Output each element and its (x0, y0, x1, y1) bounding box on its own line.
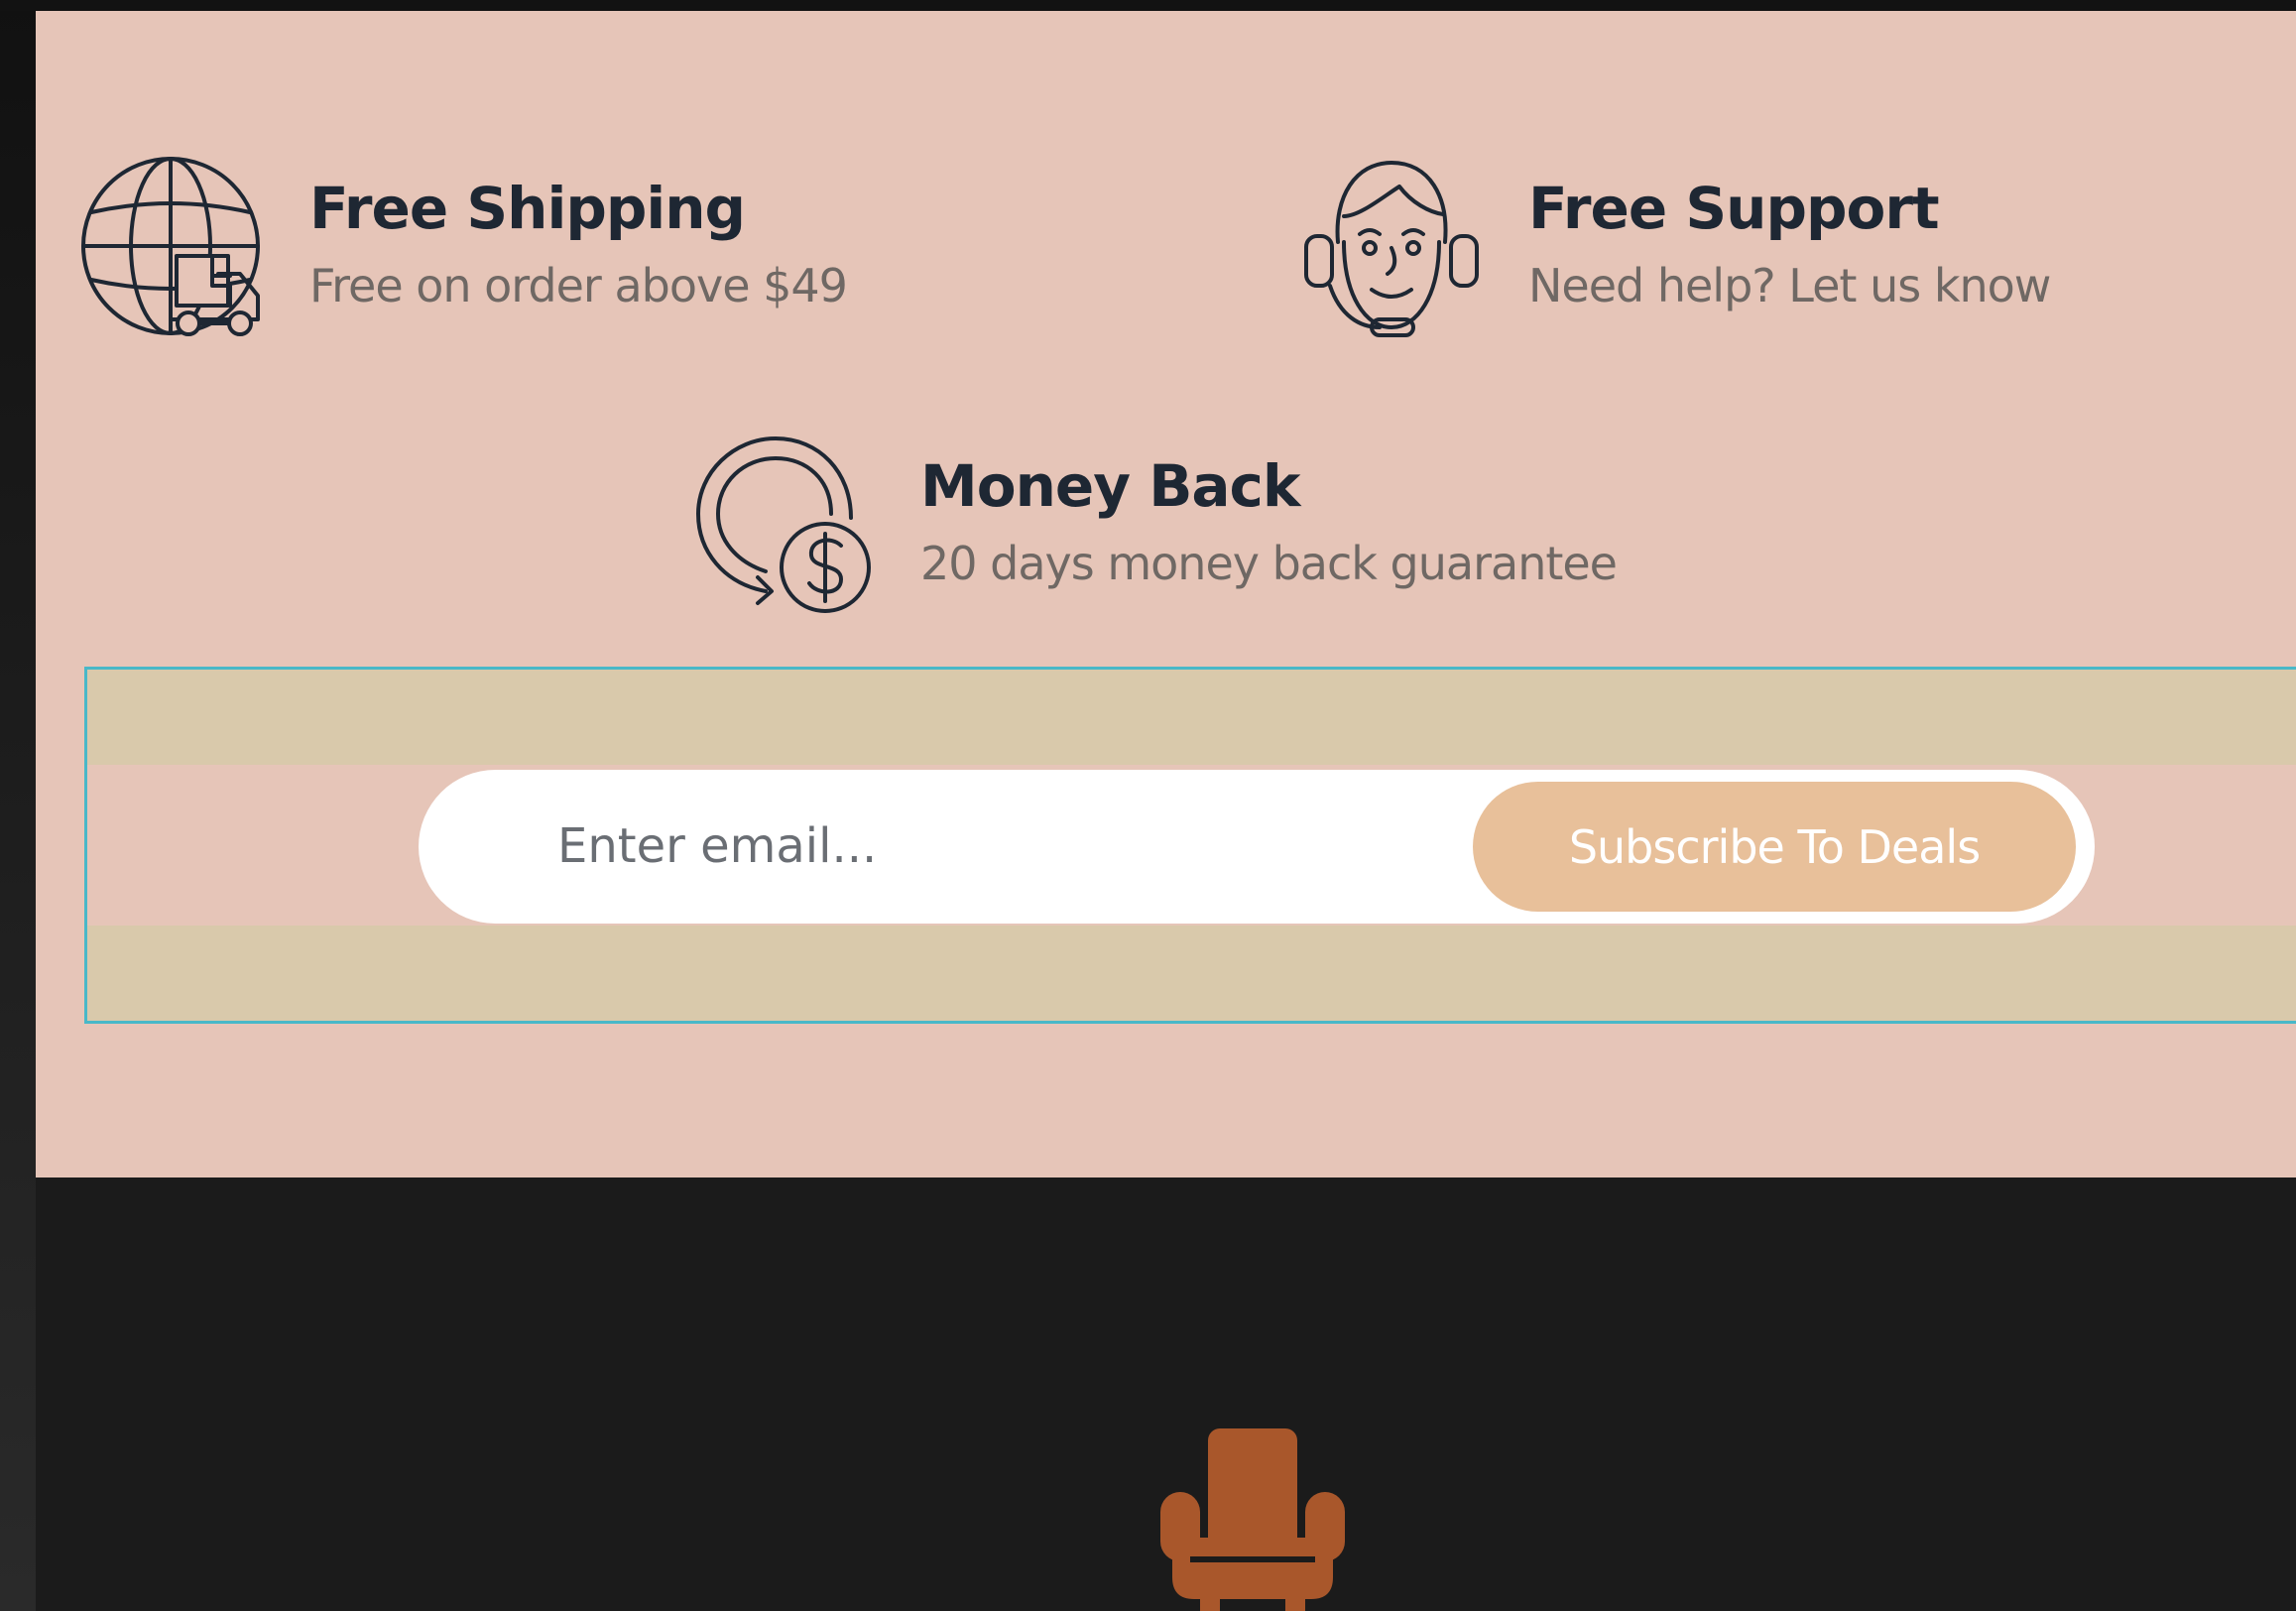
feature-free-support: Free Support Need help? Let us know (1300, 157, 2051, 339)
feature-title: Free Support (1528, 175, 1940, 242)
armchair-icon[interactable] (1160, 1428, 1345, 1611)
feature-description: 20 days money back guarantee (920, 537, 1618, 590)
globe-truck-icon (81, 157, 264, 339)
feature-description: Free on order above $49 (309, 259, 848, 312)
left-edge-strip (0, 0, 36, 1611)
feature-description: Need help? Let us know (1528, 259, 2051, 312)
feature-money-back: Money Back 20 days money back guarantee (692, 434, 1618, 617)
subscribe-form: Subscribe To Deals (419, 770, 2095, 924)
feature-free-shipping: Free Shipping Free on order above $49 (81, 157, 848, 339)
subscribe-button[interactable]: Subscribe To Deals (1473, 782, 2076, 912)
money-back-icon (692, 434, 875, 617)
email-input[interactable] (478, 792, 1420, 901)
feature-title: Money Back (920, 452, 1300, 520)
feature-title: Free Shipping (309, 175, 746, 242)
top-edge-strip (0, 0, 2296, 11)
newsletter-section: Subscribe To Deals (84, 667, 2296, 1024)
headset-agent-icon (1300, 157, 1483, 339)
